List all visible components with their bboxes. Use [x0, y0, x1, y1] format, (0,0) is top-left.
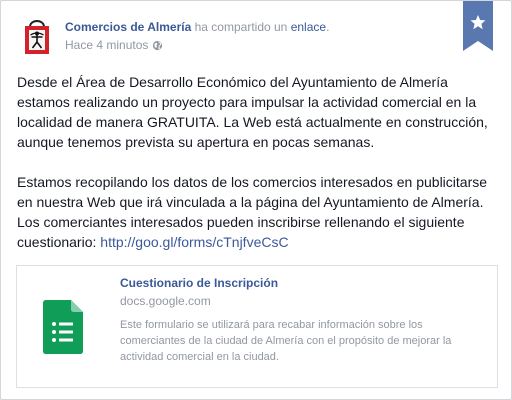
attachment-thumbnail[interactable] [17, 266, 109, 387]
post-paragraph-2: Estamos recopilando los datos de los com… [17, 172, 499, 252]
star-bookmark-icon[interactable] [463, 1, 493, 51]
globe-icon[interactable] [152, 40, 163, 51]
author-link[interactable]: Comercios de Almería [65, 20, 191, 34]
action-text: ha compartido un [194, 20, 288, 34]
google-forms-icon [43, 299, 83, 354]
attachment-description: Este formulario se utilizará para recaba… [120, 319, 452, 363]
post-meta: Hace 4 minutos [65, 38, 163, 53]
attachment-title[interactable]: Cuestionario de Inscripción [120, 276, 278, 290]
page-avatar[interactable] [17, 16, 57, 56]
form-link[interactable]: http://goo.gl/forms/cTnjfveCsC [100, 234, 288, 250]
action-suffix: . [326, 20, 330, 34]
shopping-bag-logo-icon [17, 16, 57, 56]
post-paragraph-1: Desde el Área de Desarrollo Económico de… [17, 74, 488, 150]
attachment-domain: docs.google.com [120, 294, 211, 308]
timestamp[interactable]: Hace 4 minutos [65, 38, 148, 53]
post-body: Desde el Área de Desarrollo Económico de… [17, 72, 499, 272]
post-header: Comercios de Almería ha compartido un en… [65, 20, 329, 35]
shared-link-word[interactable]: enlace [291, 20, 326, 34]
post-card: Comercios de Almería ha compartido un en… [0, 0, 512, 400]
link-attachment[interactable]: Cuestionario de Inscripción docs.google.… [16, 265, 498, 388]
